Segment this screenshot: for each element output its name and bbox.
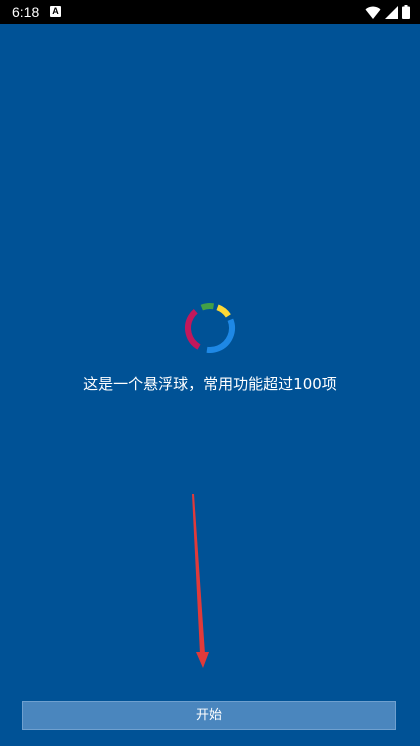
status-time: 6:18 (12, 4, 40, 20)
signal-icon (385, 5, 398, 19)
start-button[interactable]: 开始 (22, 701, 396, 730)
status-icons (365, 5, 410, 19)
status-bar: 6:18 A (0, 0, 420, 24)
down-arrow-icon (192, 494, 209, 668)
wifi-icon (365, 6, 381, 19)
tagline-text: 这是一个悬浮球，常用功能超过100项 (83, 375, 337, 393)
notification-a-icon: A (50, 6, 61, 17)
splash-screen: 这是一个悬浮球，常用功能超过100项 开始 (0, 24, 420, 746)
floating-ball-logo-icon (185, 303, 235, 353)
battery-icon (402, 5, 410, 19)
